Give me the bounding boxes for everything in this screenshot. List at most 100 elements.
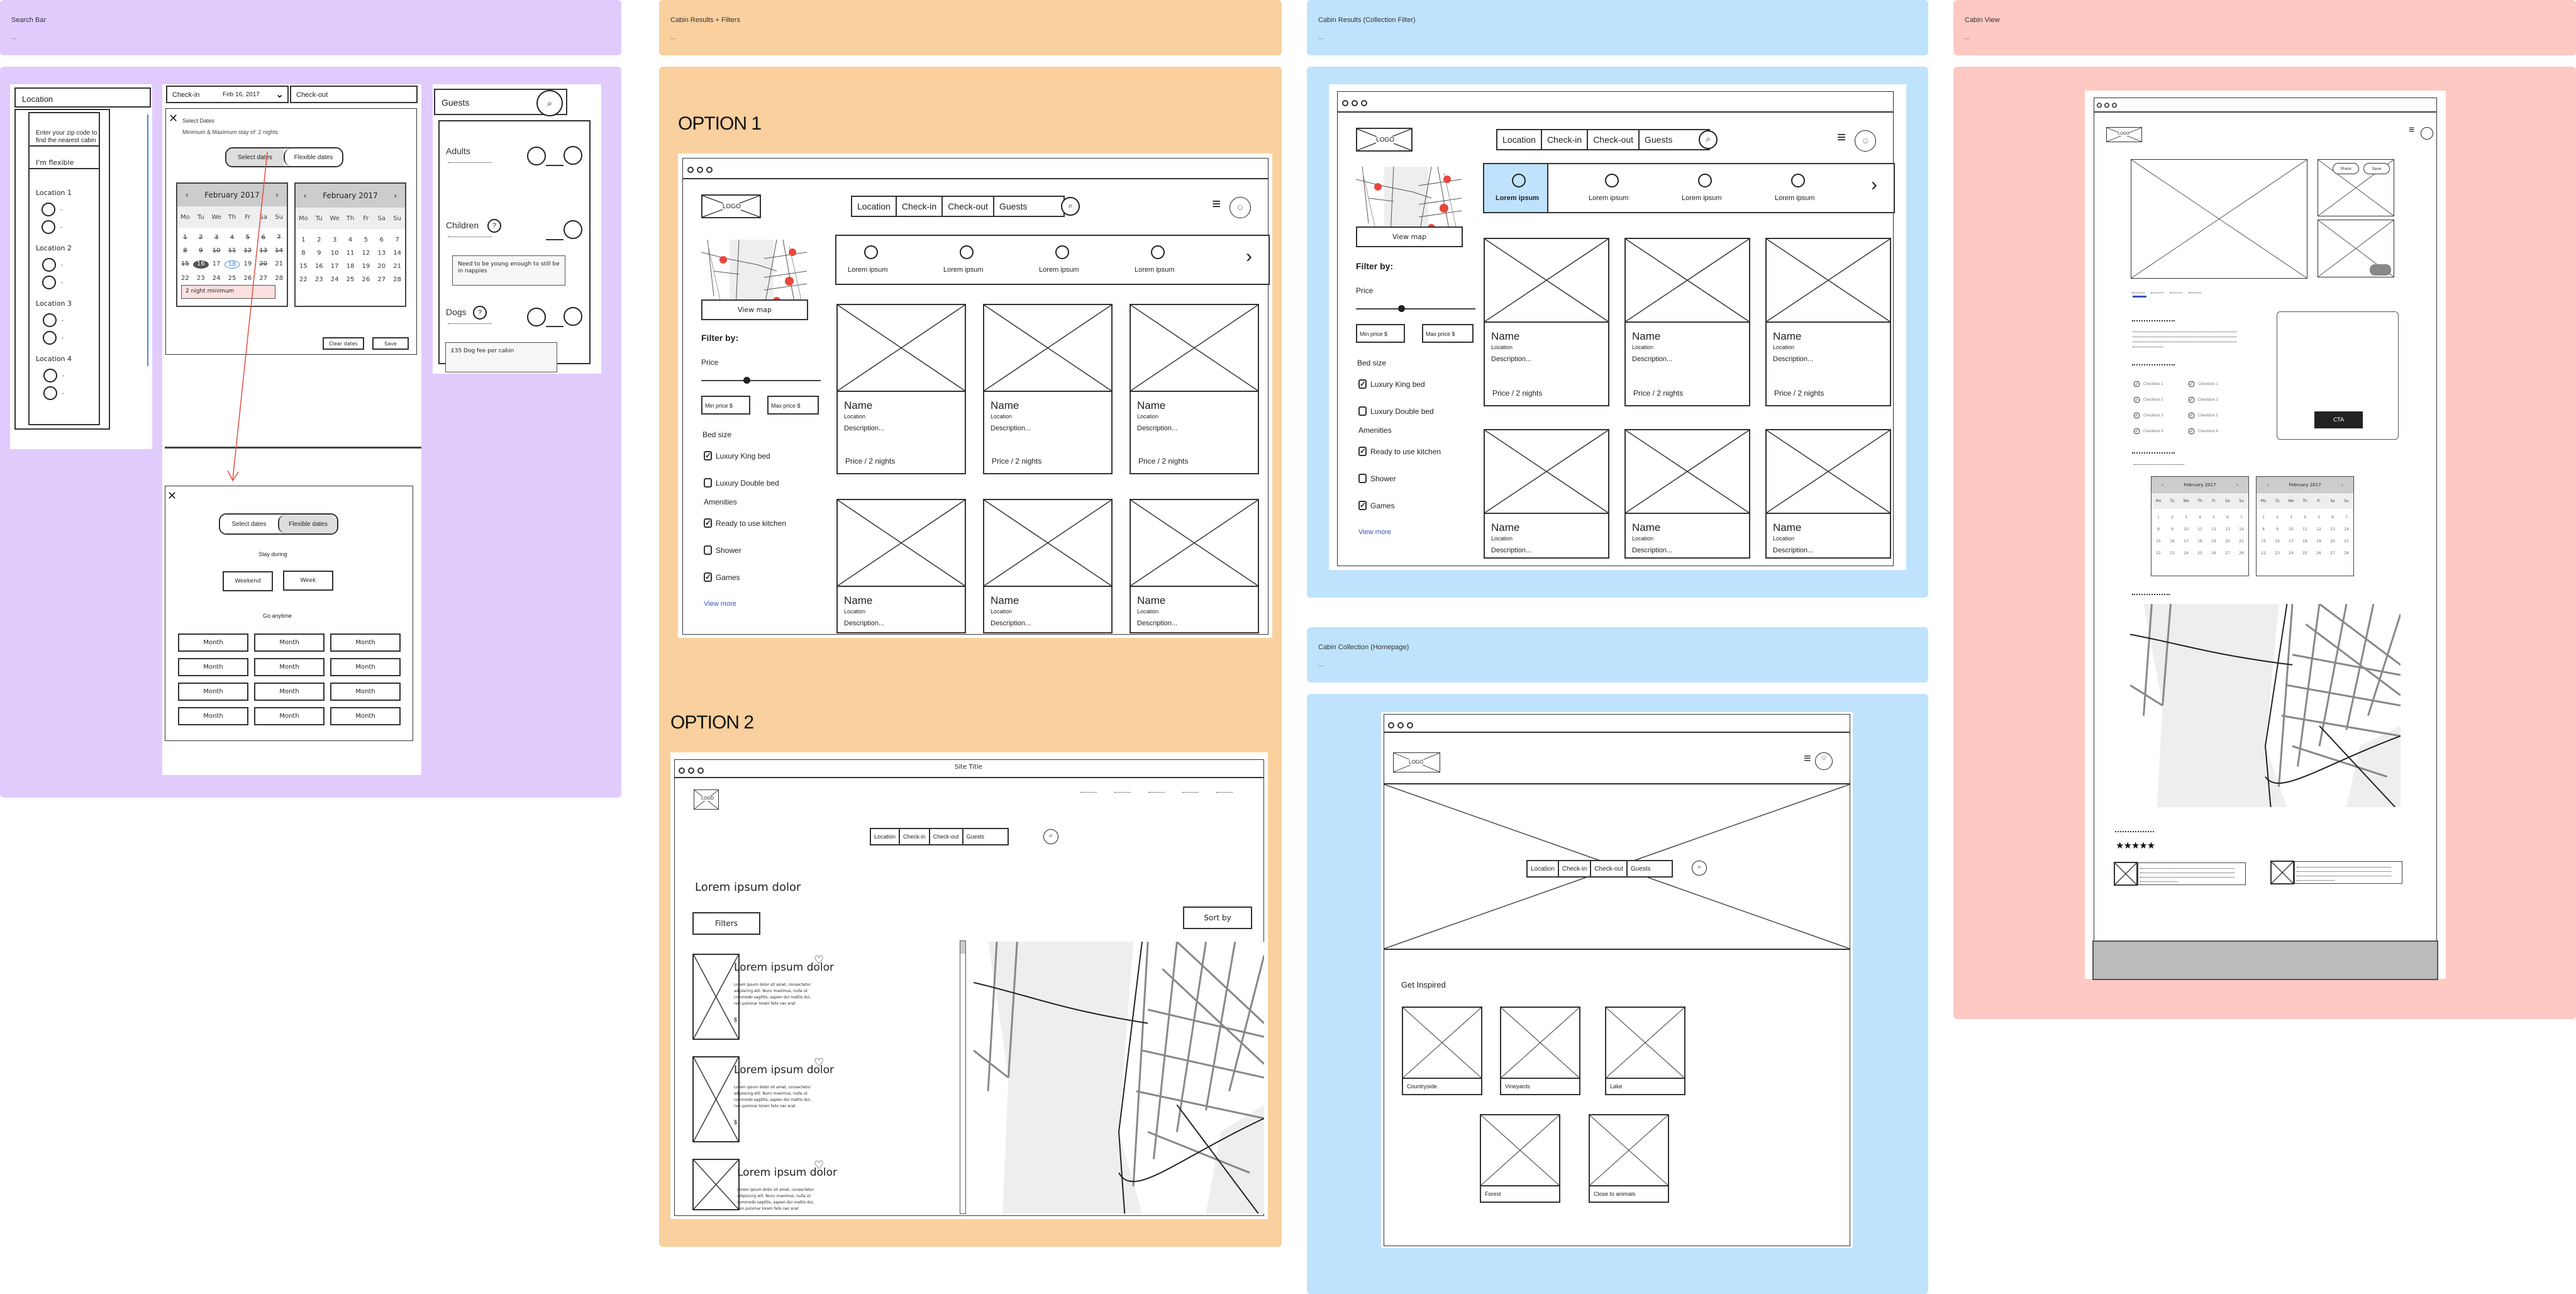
calendar-day[interactable]: 18 — [2193, 539, 2207, 544]
cabin-card[interactable]: Name Location Description... Price / 2 nigh… — [1765, 238, 1891, 406]
prev-month-icon[interactable]: ‹ — [2162, 482, 2163, 488]
calendar-day[interactable]: 3 — [2284, 515, 2298, 520]
calendar-day[interactable]: 9 — [311, 250, 327, 257]
avatar[interactable] — [2421, 127, 2433, 140]
calendar-day[interactable]: 3 — [327, 237, 343, 243]
calendar-day[interactable]: 23 — [193, 275, 209, 282]
calendar-day[interactable]: 1 — [296, 237, 311, 243]
checkbox-icon[interactable]: ✓ — [2134, 413, 2140, 418]
cabin-card[interactable]: Name Location Description... Price / 2 nigh… — [1130, 304, 1259, 474]
clear-dates-button[interactable]: Clear dates — [323, 337, 364, 350]
help-icon[interactable]: ? — [487, 219, 501, 233]
calendar-day[interactable]: 24 — [327, 276, 343, 283]
calendar-day[interactable]: 26 — [2207, 551, 2221, 555]
menu-icon[interactable]: ≡ — [1837, 129, 1846, 147]
calendar-day[interactable]: 24 — [2284, 551, 2298, 555]
amenity-checkbox[interactable]: ✓ Games — [704, 572, 740, 582]
weekend-button[interactable]: Weekend — [223, 571, 273, 591]
checkbox-icon[interactable]: ✓ — [2189, 428, 2194, 434]
cabin-card[interactable]: Name Location Description... — [1484, 429, 1609, 559]
window-dot-icon[interactable] — [1388, 722, 1394, 728]
window-dot-icon[interactable] — [1361, 100, 1367, 106]
amenity-checkbox[interactable]: Shower — [704, 545, 741, 555]
cabin-card[interactable]: Name Location Description... Price / 2 nigh… — [1624, 238, 1750, 406]
next-month-icon[interactable]: › — [394, 191, 397, 200]
map[interactable] — [2130, 604, 2401, 807]
tab-select-dates[interactable]: Select dates — [220, 515, 278, 533]
scrollbar[interactable] — [147, 114, 148, 366]
tab-flexible-dates[interactable]: Flexible dates — [284, 148, 342, 166]
month-button[interactable]: Month — [178, 707, 248, 725]
search-button[interactable]: ⌕ — [1043, 829, 1058, 844]
calendar-day[interactable]: 2 — [193, 234, 209, 241]
bed-checkbox[interactable]: ✓ Luxury King bed — [1358, 379, 1425, 389]
search-button[interactable]: ⌕ — [1699, 130, 1718, 149]
calendar-day[interactable]: 4 — [343, 237, 358, 243]
calendar-day[interactable]: 1 — [177, 234, 193, 241]
calendar-day[interactable]: 19 — [2312, 539, 2326, 544]
amenity-checkbox[interactable]: ✓ Checkbox 2 — [2189, 397, 2218, 403]
close-icon[interactable]: ✕ — [167, 489, 177, 503]
calendar-day[interactable]: 25 — [2298, 551, 2312, 555]
calendar-day[interactable]: 28 — [2235, 551, 2248, 555]
window-dot-icon[interactable] — [1397, 722, 1404, 728]
next-month-icon[interactable]: › — [2341, 482, 2343, 488]
calendar-day[interactable]: 16 — [2165, 539, 2179, 544]
checkbox-icon[interactable]: ✓ — [2134, 381, 2140, 387]
increment-button[interactable] — [564, 307, 582, 326]
bed-checkbox[interactable]: Luxury Double bed — [1358, 406, 1434, 416]
calendar-day[interactable]: 27 — [2221, 551, 2235, 555]
calendar-day[interactable]: 20 — [2221, 539, 2235, 544]
month-button[interactable]: Month — [330, 707, 401, 725]
calendar-day[interactable]: 22 — [2151, 551, 2165, 555]
min-price-input[interactable]: Min price $ — [1356, 324, 1405, 343]
next-arrow-icon[interactable]: › — [1246, 246, 1252, 267]
calendar-day[interactable]: 18 — [343, 263, 358, 270]
window-dot-icon[interactable] — [679, 767, 685, 774]
flexible-option[interactable]: I'm flexible — [36, 159, 74, 167]
calendar-day[interactable]: 8 — [296, 250, 311, 257]
calendar-day[interactable]: 10 — [327, 250, 343, 257]
calendar-day[interactable]: 5 — [2207, 515, 2221, 520]
calendar-day[interactable]: 23 — [2165, 551, 2179, 555]
window-dot-icon[interactable] — [706, 167, 713, 173]
price-slider-track[interactable] — [701, 380, 821, 381]
calendar-day[interactable]: 12 — [358, 250, 374, 257]
search-button[interactable]: ⌕ — [1061, 197, 1080, 216]
calendar-day[interactable]: 15 — [177, 260, 193, 269]
calendar-day[interactable]: 3 — [209, 234, 225, 241]
calendar-day[interactable]: 5 — [2312, 515, 2326, 520]
amenity-checkbox[interactable]: ✓ Checkbox 3 — [2134, 413, 2163, 418]
bed-checkbox[interactable]: ✓ Luxury King bed — [704, 451, 770, 460]
window-dot-icon[interactable] — [688, 767, 694, 774]
calendar-day[interactable]: 16 — [192, 260, 209, 269]
max-price-input[interactable]: Max price $ — [1422, 324, 1474, 343]
map-thumbnail[interactable] — [1356, 167, 1462, 236]
calendar-day[interactable]: 4 — [2298, 515, 2312, 520]
search-segment-check-in[interactable]: Check-in — [900, 829, 930, 844]
calendar-day[interactable]: 10 — [209, 247, 225, 254]
month-button[interactable]: Month — [330, 633, 401, 652]
calendar-day[interactable]: 16 — [2270, 539, 2284, 544]
calendar-day[interactable]: 19 — [358, 263, 374, 270]
share-button[interactable]: Share — [2333, 163, 2359, 174]
calendar-day[interactable]: 14 — [389, 250, 405, 257]
checkbox-icon[interactable]: ✓ — [2189, 397, 2194, 403]
tab-flexible-dates[interactable]: Flexible dates — [278, 515, 337, 533]
save-button[interactable]: Save — [372, 337, 409, 350]
calendar-day[interactable]: 24 — [209, 275, 225, 282]
location-radio[interactable] — [42, 276, 56, 289]
amenity-checkbox[interactable]: ✓ Games — [1358, 501, 1395, 510]
calendar-day[interactable]: 17 — [2284, 539, 2298, 544]
window-dot-icon[interactable] — [2104, 103, 2109, 108]
listing-image-placeholder[interactable] — [692, 1159, 740, 1210]
checkbox-icon[interactable] — [704, 545, 712, 555]
location-radio[interactable] — [42, 220, 55, 234]
window-dot-icon[interactable] — [2097, 103, 2102, 108]
amenity-checkbox[interactable]: ✓ Checkbox 1 — [2189, 381, 2218, 387]
help-icon[interactable]: ? — [473, 306, 487, 320]
checkbox-icon[interactable]: ✓ — [1358, 501, 1367, 510]
search-segment-check-in[interactable]: Check-in — [1542, 130, 1589, 149]
calendar-day[interactable]: 8 — [2257, 527, 2270, 532]
month-button[interactable]: Month — [254, 683, 325, 701]
